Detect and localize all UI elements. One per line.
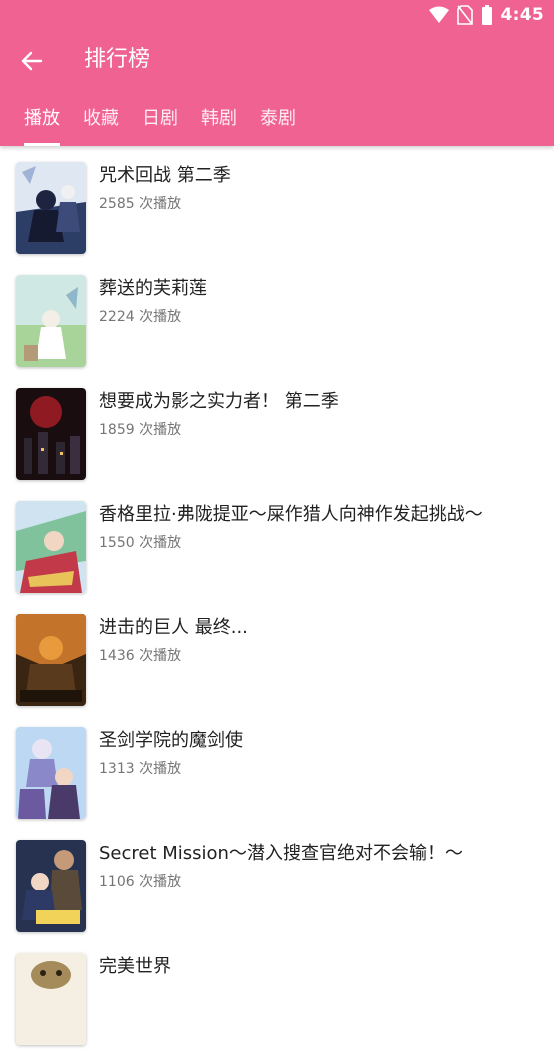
app-header: 4:45 排行榜 播放 收藏 日剧 韩剧 泰剧 (0, 0, 554, 146)
poster-thumbnail (16, 501, 86, 593)
tab-korean-drama[interactable]: 韩剧 (201, 98, 237, 146)
list-item[interactable]: 圣剑学院的魔剑使 1313 次播放 (0, 711, 554, 824)
toolbar: 排行榜 (0, 30, 554, 92)
page-title: 排行榜 (84, 47, 151, 72)
status-bar: 4:45 (0, 0, 554, 30)
list-item[interactable]: 葬送的芙莉莲 2224 次播放 (0, 259, 554, 372)
tab-favorites[interactable]: 收藏 (83, 98, 119, 146)
list-item[interactable]: 完美世界 (0, 937, 554, 1050)
poster-thumbnail (16, 162, 86, 254)
item-title: 完美世界 (99, 956, 171, 977)
item-title: Secret Mission～潜入搜查官绝对不会输！～ (99, 843, 463, 864)
poster-thumbnail (16, 275, 86, 367)
list-item[interactable]: 进击的巨人 最终... 1436 次播放 (0, 598, 554, 711)
tab-thai-drama[interactable]: 泰剧 (260, 98, 296, 146)
poster-thumbnail (16, 614, 86, 706)
no-sim-icon (456, 5, 473, 25)
item-title: 进击的巨人 最终... (99, 617, 248, 638)
item-title: 香格里拉·弗陇提亚～屎作猎人向神作发起挑战～ (99, 504, 483, 525)
poster-thumbnail (16, 840, 86, 932)
item-play-count: 1106 次播放 (99, 874, 182, 890)
battery-icon (481, 5, 492, 25)
item-play-count: 2585 次播放 (99, 196, 182, 212)
poster-thumbnail (16, 727, 86, 819)
list-item[interactable]: 香格里拉·弗陇提亚～屎作猎人向神作发起挑战～ 1550 次播放 (0, 485, 554, 598)
status-time: 4:45 (500, 5, 544, 25)
item-title: 圣剑学院的魔剑使 (99, 730, 243, 751)
tab-play[interactable]: 播放 (24, 98, 60, 146)
item-title: 想要成为影之实力者！ 第二季 (99, 391, 339, 412)
tab-japanese-drama[interactable]: 日剧 (142, 98, 178, 146)
list-item[interactable]: Secret Mission～潜入搜查官绝对不会输！～ 1106 次播放 (0, 824, 554, 937)
arrow-left-icon (21, 51, 43, 71)
item-play-count: 1550 次播放 (99, 535, 182, 551)
tab-bar: 播放 收藏 日剧 韩剧 泰剧 (0, 98, 319, 146)
item-play-count: 1313 次播放 (99, 761, 182, 777)
item-play-count: 1859 次播放 (99, 422, 182, 438)
wifi-icon (428, 6, 449, 23)
item-play-count: 2224 次播放 (99, 309, 182, 325)
list-item[interactable]: 咒术回战 第二季 2585 次播放 (0, 146, 554, 259)
back-button[interactable] (14, 43, 50, 79)
poster-thumbnail (16, 953, 86, 1045)
item-title: 咒术回战 第二季 (99, 165, 231, 186)
poster-thumbnail (16, 388, 86, 480)
item-title: 葬送的芙莉莲 (99, 278, 207, 299)
list-item[interactable]: 想要成为影之实力者！ 第二季 1859 次播放 (0, 372, 554, 485)
item-play-count: 1436 次播放 (99, 648, 182, 664)
status-icons: 4:45 (428, 4, 544, 26)
ranking-list: 咒术回战 第二季 2585 次播放 葬送的芙莉莲 2224 次播放 想要成为影之… (0, 146, 554, 1050)
